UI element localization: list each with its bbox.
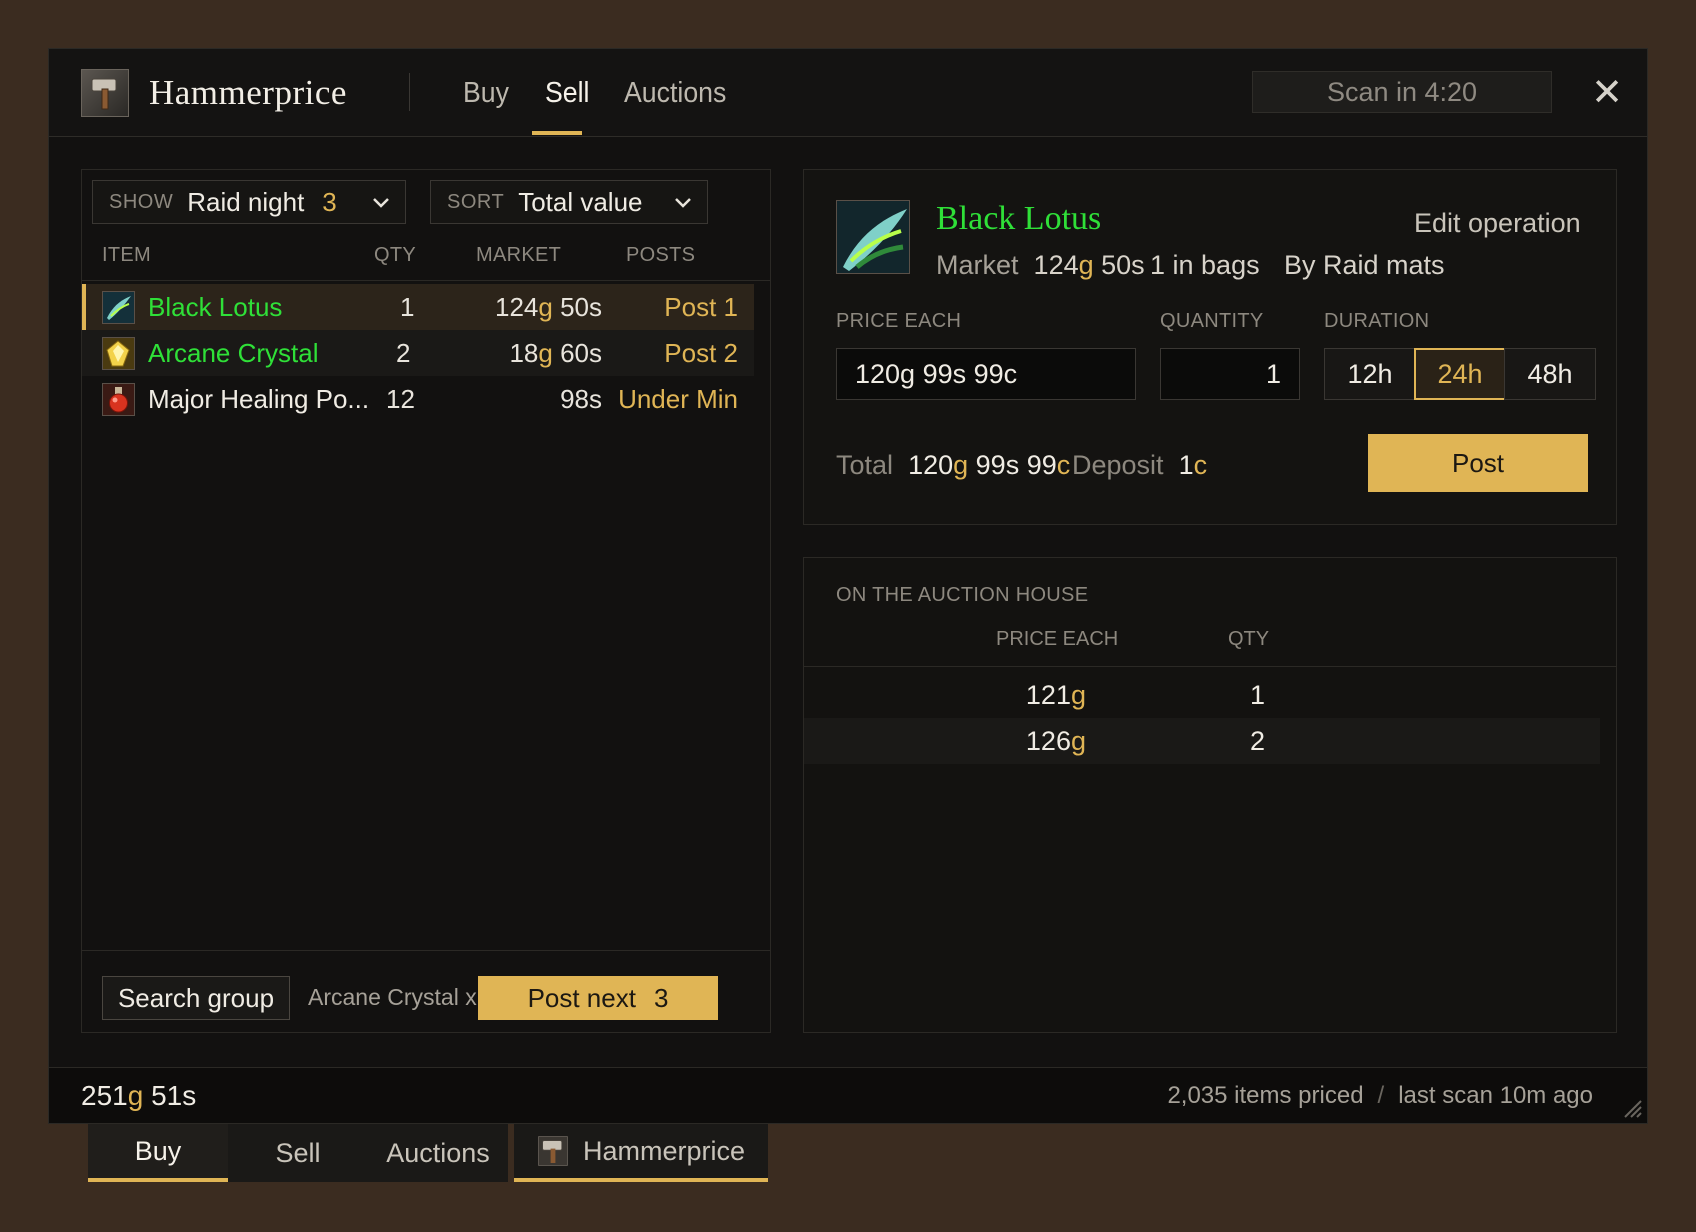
status-separator: / (1377, 1082, 1385, 1109)
items-priced: 2,035 items priced (1167, 1082, 1364, 1109)
search-group-label: Search group (117, 982, 275, 1013)
show-filter-value: Raid night (187, 186, 305, 217)
market-label: Market (936, 250, 1019, 280)
last-scan: last scan 10m ago (1398, 1082, 1593, 1109)
column-header-qty[interactable]: QTY (1228, 628, 1269, 651)
active-tab-indicator (532, 131, 582, 135)
post-label: Post (1451, 447, 1505, 478)
quantity-label: QUANTITY (1160, 310, 1264, 332)
listing-qty: 2 (1250, 726, 1266, 756)
bag-count: 1 in bags (1150, 250, 1260, 280)
hammer-icon (538, 1136, 568, 1166)
black-lotus-icon (836, 200, 910, 274)
bottom-tab-hammerprice[interactable]: Hammerprice (514, 1124, 768, 1182)
scan-timer-button[interactable]: Scan in 4:20 (1252, 71, 1552, 113)
bottom-tab-sell[interactable]: Sell (228, 1124, 368, 1182)
item-post-status: Post 1 (664, 292, 738, 322)
listing-row[interactable]: 121g 1 (804, 672, 1600, 718)
post-next-button[interactable]: Post next 3 (478, 976, 718, 1020)
auction-addon-window: Hammerprice Buy Sell Auctions Scan in 4:… (48, 48, 1648, 1124)
status-bar: 251g 51s 2,035 items priced / last scan 10… (49, 1067, 1647, 1123)
app-title: Hammerprice (149, 73, 347, 112)
item-row-major-healing-potion[interactable]: Major Healing Po... 12 98s Under Min (82, 376, 754, 422)
bottom-tab-auctions[interactable]: Auctions (368, 1124, 508, 1182)
listing-qty: 1 (1250, 680, 1266, 710)
show-filter-dropdown[interactable]: SHOW Raid night 3 (92, 180, 406, 224)
item-qty: 1 (400, 292, 415, 322)
column-header-market[interactable]: MARKET (476, 244, 561, 267)
show-filter-count: 3 (322, 186, 337, 217)
chevron-down-icon (373, 198, 389, 208)
title-divider (409, 73, 410, 111)
post-button[interactable]: Post (1368, 434, 1588, 492)
chevron-down-icon (675, 198, 691, 208)
next-item-label: Arcane Crystal x... (308, 984, 496, 1010)
deposit-label: Deposit (1072, 450, 1164, 480)
list-footer-divider (82, 950, 770, 951)
item-detail-panel: Black Lotus Edit operation Market 124g 5… (803, 169, 1617, 525)
total-label: Total (836, 450, 894, 480)
post-next-label: Post next (527, 982, 636, 1013)
total-price: Total 120g 99s 99c (836, 450, 1071, 480)
item-qty: 12 (386, 384, 415, 414)
listing-row[interactable]: 126g 2 (804, 718, 1600, 764)
tab-buy[interactable]: Buy (463, 77, 509, 110)
selected-item-name: Black Lotus (936, 200, 1102, 237)
sort-dropdown[interactable]: SORT Total value (430, 180, 708, 224)
sort-kicker: SORT (447, 190, 505, 213)
item-name: Black Lotus (148, 292, 283, 322)
bottom-tab-buy[interactable]: Buy (88, 1124, 228, 1182)
listing-price: 121g (1025, 680, 1086, 710)
deposit-amount: Deposit 1c (1072, 450, 1208, 480)
item-row-arcane-crystal[interactable]: Arcane Crystal 2 18g 60s Post 2 (82, 330, 754, 376)
title-bar[interactable]: Hammerprice Buy Sell Auctions Scan in 4:… (49, 49, 1647, 137)
duration-12h-button[interactable]: 12h (1324, 348, 1416, 400)
column-header-item[interactable]: ITEM (102, 244, 151, 267)
scan-timer-label: Scan in 4:20 (1326, 76, 1478, 107)
black-lotus-icon (102, 291, 135, 324)
show-filter-kicker: SHOW (109, 190, 174, 213)
arcane-crystal-icon (102, 337, 135, 370)
item-name: Major Healing Po... (148, 384, 370, 414)
auction-house-title: ON THE AUCTION HOUSE (836, 584, 1089, 606)
post-next-count: 3 (653, 982, 669, 1013)
edit-operation-link[interactable]: Edit operation (1414, 208, 1581, 239)
column-header-price-each[interactable]: PRICE EACH (996, 628, 1118, 651)
list-header-divider (82, 280, 770, 281)
scan-status: 2,035 items priced / last scan 10m ago (1167, 1082, 1593, 1110)
listing-price: 126g (1025, 726, 1086, 756)
item-list-panel: SHOW Raid night 3 SORT Total value ITEM … (81, 169, 771, 1033)
bottom-tab-hammerprice-label: Hammerprice (582, 1135, 746, 1166)
item-post-status: Under Min (618, 384, 738, 414)
sort-value: Total value (518, 186, 643, 217)
tab-auctions[interactable]: Auctions (624, 77, 726, 110)
column-header-qty[interactable]: QTY (374, 244, 416, 267)
item-row-black-lotus[interactable]: Black Lotus 1 124g 50s Post 1 (82, 284, 754, 330)
listings-header-divider (804, 666, 1616, 667)
tab-sell[interactable]: Sell (545, 77, 589, 110)
duration-48h-button[interactable]: 48h (1504, 348, 1596, 400)
healing-potion-icon (102, 383, 135, 416)
player-gold-total: 251g 51s (81, 1080, 197, 1111)
duration-label: DURATION (1324, 310, 1430, 332)
item-market-price: 18g 60s (509, 338, 602, 368)
item-post-status: Post 2 (664, 338, 738, 368)
auction-house-listings-panel: ON THE AUCTION HOUSE PRICE EACH QTY 121g… (803, 557, 1617, 1033)
item-name: Arcane Crystal (148, 338, 319, 368)
duration-24h-button[interactable]: 24h (1414, 348, 1506, 400)
resize-grip-icon[interactable] (1617, 1093, 1643, 1119)
market-price-summary: Market 124g 50s (936, 250, 1145, 280)
price-each-label: PRICE EACH (836, 310, 962, 332)
item-qty: 2 (396, 338, 411, 368)
column-header-posts[interactable]: POSTS (626, 244, 695, 267)
close-icon[interactable]: ✕ (1587, 73, 1627, 113)
quantity-input[interactable]: 1 (1160, 348, 1300, 400)
item-market-price: 98s (560, 384, 602, 414)
hammer-icon (81, 69, 129, 117)
price-each-input[interactable]: 120g 99s 99c (836, 348, 1136, 400)
operation-group: By Raid mats (1284, 250, 1445, 280)
search-group-button[interactable]: Search group (102, 976, 290, 1020)
item-market-price: 124g 50s (494, 292, 602, 322)
